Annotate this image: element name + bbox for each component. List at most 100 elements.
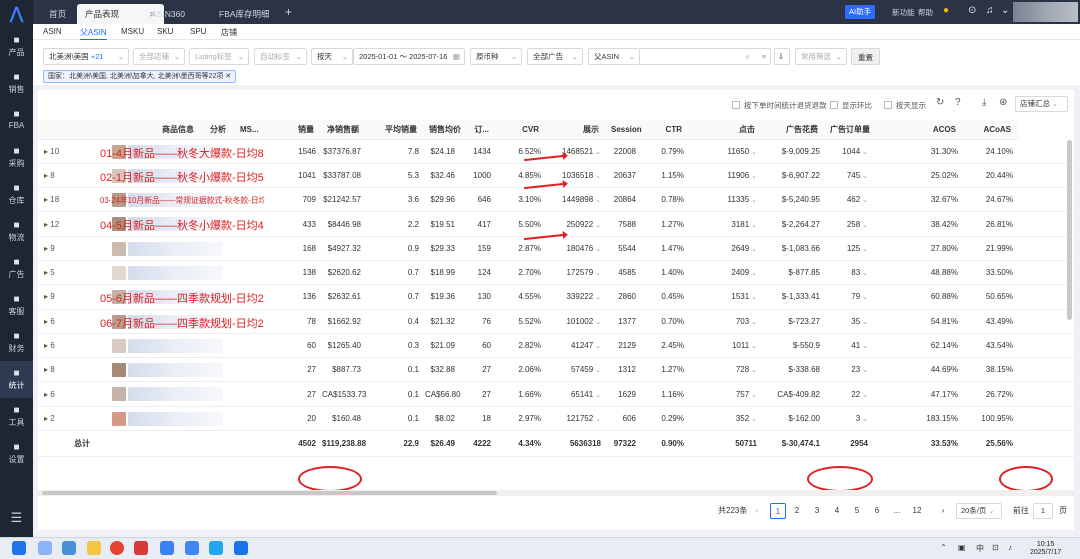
chevron-down-icon[interactable]: ⌄ — [593, 392, 601, 399]
product-info-cell[interactable] — [68, 260, 264, 286]
row-expander[interactable]: ▸ 12 — [38, 211, 68, 237]
row-expander[interactable]: ▸ 2 — [38, 406, 68, 432]
chevron-down-icon[interactable]: ⌄ — [593, 270, 601, 277]
chevron-down-icon[interactable]: ⌄ — [749, 149, 757, 156]
subtab-asin[interactable]: ASIN — [43, 27, 62, 36]
row-expander[interactable]: ▸ 9 — [38, 236, 68, 261]
table-row[interactable]: ▸ 10 01-4月新品——秋冬大爆款-日均80单 1546 $37376.87 7.8… — [38, 139, 1074, 164]
chevron-down-icon[interactable]: ⌄ — [593, 343, 601, 350]
column-header[interactable]: ACOS — [874, 120, 964, 140]
menu-collapse-icon[interactable]: ☰ — [0, 510, 33, 526]
column-header[interactable]: 展示 — [547, 120, 607, 140]
product-info-cell[interactable] — [68, 357, 264, 383]
chevron-down-icon[interactable]: ⌄ — [860, 392, 868, 399]
chevron-down-icon[interactable]: ⌄ — [860, 222, 868, 229]
chevron-down-icon[interactable]: ⌄ — [593, 222, 601, 229]
page-size-select[interactable]: 20条/页 ⌄ — [956, 503, 1002, 519]
task-view-icon[interactable] — [38, 541, 52, 555]
product-info-cell[interactable]: 06-7月新品——四季款规划-日均20单 — [68, 309, 264, 334]
chevron-right-icon[interactable]: ▸ — [44, 390, 48, 399]
ai-assistant-button[interactable]: AI助手 — [845, 5, 876, 19]
show-mom-checkbox[interactable]: 显示环比 — [830, 100, 872, 111]
page-number[interactable]: 1 — [770, 503, 786, 519]
product-thumbnail[interactable] — [112, 338, 126, 353]
subtab-shop[interactable]: 店铺 — [221, 27, 237, 38]
horizontal-scrollbar[interactable] — [38, 490, 1074, 496]
chevron-right-icon[interactable]: ▸ — [44, 414, 48, 423]
chevron-up-icon[interactable]: ⌃ — [940, 543, 947, 552]
column-header[interactable]: CVR — [497, 120, 547, 140]
windows-start-icon[interactable] — [12, 541, 26, 555]
help-link[interactable]: 帮助 — [918, 7, 933, 18]
next-page-icon[interactable]: › — [936, 503, 950, 519]
column-header[interactable]: 订... — [461, 120, 497, 140]
sidebar-item-megaphone[interactable]: ■ 广告 — [0, 250, 33, 287]
prev-page-icon[interactable]: ‹ — [750, 503, 764, 519]
chevron-down-icon[interactable]: ⌄ — [749, 173, 757, 180]
sidebar-item-box[interactable]: ■ 产品 — [0, 28, 33, 65]
chevron-right-icon[interactable]: ▸ — [44, 171, 48, 180]
app-logo-icon[interactable]: ⋀ — [0, 0, 33, 28]
column-header[interactable]: MS... — [236, 120, 264, 140]
chevron-down-icon[interactable]: ⌄ — [749, 343, 757, 350]
chevron-down-icon[interactable]: ⌄ — [593, 149, 601, 156]
product-info-cell[interactable] — [68, 406, 264, 432]
filter-toggle-button[interactable]: ⇩ — [774, 48, 790, 65]
list-icon[interactable]: ≡ — [762, 49, 766, 64]
blurred-product-title[interactable] — [128, 265, 223, 280]
chevron-right-icon[interactable]: ▸ — [44, 292, 48, 301]
chevron-down-icon[interactable]: ⌄ — [749, 197, 757, 204]
chevron-right-icon[interactable]: ▸ — [44, 147, 48, 156]
table-row[interactable]: ▸ 5 138 $2620.62 0.7 $18.99 124 2.70% 172579 ⌄ 4… — [38, 260, 1074, 286]
help-icon[interactable]: ? — [955, 97, 961, 108]
chevron-right-icon[interactable]: ▸ — [44, 341, 48, 350]
page-number[interactable]: 2 — [790, 503, 804, 519]
currency-select[interactable]: 原币种 ⌄ — [470, 48, 522, 65]
chevron-down-icon[interactable]: ⌄ — [749, 416, 757, 423]
common-filter-select[interactable]: 常用筛选 ⌄ — [795, 48, 847, 65]
product-info-cell[interactable] — [68, 236, 264, 261]
calculator-icon[interactable] — [62, 541, 76, 555]
product-info-cell[interactable]: 05-6月新品——四季款规划-日均20单 — [68, 284, 264, 310]
chevron-down-icon[interactable]: ⌄ — [860, 343, 868, 350]
subtab-spu[interactable]: SPU — [190, 27, 206, 36]
chevron-right-icon[interactable]: ▸ — [44, 268, 48, 277]
row-expander[interactable]: ▸ 8 — [38, 357, 68, 383]
column-header[interactable]: 净销售额 — [322, 120, 367, 140]
chevron-down-icon[interactable]: ⌄ — [593, 319, 601, 326]
row-expander[interactable]: ▸ 6 — [38, 381, 68, 407]
chevron-down-icon[interactable]: ⌄ — [593, 197, 601, 204]
column-header[interactable]: 商品信息 — [158, 120, 206, 140]
table-row[interactable]: ▸ 6 60 $1265.40 0.3 $21.09 60 2.82% 41247 ⌄ 2129… — [38, 333, 1074, 359]
goto-page-input[interactable]: 1 — [1033, 503, 1053, 519]
chevron-down-icon[interactable]: ⌄ — [749, 270, 757, 277]
product-thumbnail[interactable] — [112, 387, 126, 402]
refresh-icon[interactable]: ↻ — [936, 97, 944, 108]
settings-icon[interactable]: ⊛ — [999, 97, 1007, 108]
product-thumbnail[interactable] — [112, 241, 126, 256]
chrome-icon[interactable] — [110, 541, 124, 555]
product-info-cell[interactable]: 02-1月新品——秋冬小爆款-日均50单 — [68, 163, 264, 189]
blurred-product-title[interactable] — [128, 338, 223, 353]
row-expander[interactable]: ▸ 9 — [38, 284, 68, 310]
blurred-product-title[interactable] — [128, 387, 223, 402]
row-expander[interactable]: ▸ 6 — [38, 309, 68, 334]
sidebar-item-truck[interactable]: ■ 物流 — [0, 213, 33, 250]
country-filter-tag[interactable]: 国家：北美洲\美国, 北美洲\加拿大, 北美洲\墨西哥等22项 ✕ — [43, 70, 237, 83]
scrollbar-thumb[interactable] — [42, 491, 497, 495]
bell-icon[interactable]: ♫ — [986, 5, 994, 16]
chevron-right-icon[interactable]: ▸ — [44, 244, 48, 253]
chevron-down-icon[interactable]: ⌄ — [593, 246, 601, 253]
row-expander[interactable]: ▸ 8 — [38, 163, 68, 189]
period-select[interactable]: 按天 ⌄ — [311, 48, 353, 65]
column-header[interactable]: 广告订单量 — [826, 120, 874, 140]
daily-view-checkbox[interactable]: 按天显示 — [884, 100, 926, 111]
column-header[interactable]: 平均销量 — [367, 120, 425, 140]
product-info-cell[interactable]: 04-5月新品——秋冬小爆款-日均40单 — [68, 211, 264, 237]
app-icon[interactable] — [209, 541, 223, 555]
blurred-product-title[interactable] — [128, 363, 223, 378]
chevron-down-icon[interactable]: ⌄ — [593, 294, 601, 301]
chevron-down-icon[interactable]: ⌄ — [593, 416, 601, 423]
chevron-down-icon[interactable]: ⌄ — [860, 294, 868, 301]
sidebar-item-gear[interactable]: ■ 设置 — [0, 435, 33, 472]
